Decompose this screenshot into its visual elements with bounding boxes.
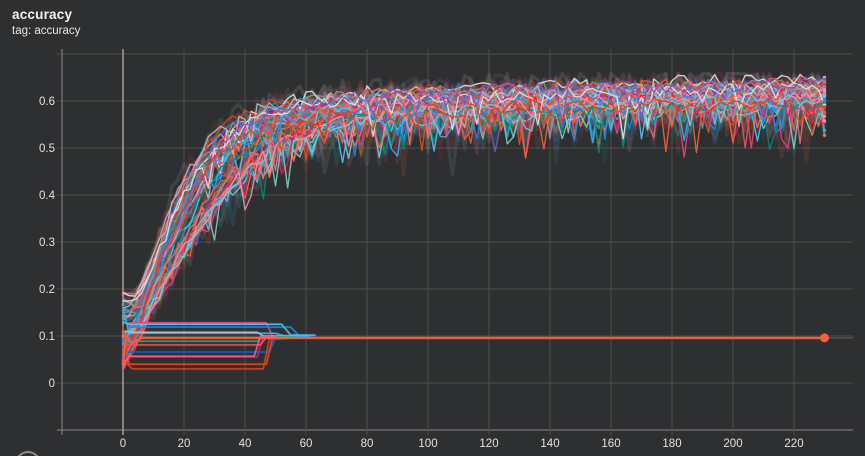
x-tick-label: 200: [723, 438, 742, 450]
x-tick-label: 0: [120, 438, 126, 450]
x-tick-label: 220: [784, 438, 803, 450]
y-tick-label: 0.1: [39, 331, 55, 343]
x-tick-label: 140: [540, 438, 559, 450]
accuracy-line-chart[interactable]: 0 0.1 0.2 0.3 0.4 0.5 0.6 0 20 40 60 80 100 120 140 160…: [0, 0, 865, 456]
y-tick-label: 0.2: [39, 284, 55, 296]
x-tick-label: 180: [662, 438, 681, 450]
run-end-dot: [823, 99, 826, 102]
x-tick-label: 80: [361, 438, 374, 450]
run-end-dot: [823, 115, 826, 118]
run-end-dot: [823, 111, 826, 114]
run-end-dot: [823, 119, 826, 122]
scalar-chart-card: accuracy tag: accuracy 00.10.20.30.40.50…: [0, 0, 865, 456]
y-tick-label: 0.5: [39, 143, 55, 155]
x-tick-label: 160: [601, 438, 620, 450]
x-tick-label: 20: [178, 438, 191, 450]
x-tick-label: 60: [300, 438, 313, 450]
x-tick-label: 100: [418, 438, 437, 450]
y-tick-label: 0.3: [39, 237, 55, 249]
run-end-dot: [823, 83, 826, 86]
x-tick-label: 120: [479, 438, 498, 450]
final-value-dot[interactable]: [820, 333, 829, 342]
y-tick-label: 0.4: [39, 190, 56, 202]
y-tick-label: 0.6: [39, 96, 55, 108]
fab-button[interactable]: [16, 452, 40, 456]
run-end-dot: [823, 94, 826, 97]
x-tick-label: 40: [239, 438, 252, 450]
run-end-dot: [823, 105, 826, 108]
run-line: [123, 335, 825, 363]
run-end-dot: [823, 77, 826, 80]
run-end-dot: [823, 128, 826, 131]
run-end-dot: [823, 134, 826, 137]
y-tick-label: 0: [49, 378, 55, 390]
run-end-dot: [823, 90, 826, 93]
